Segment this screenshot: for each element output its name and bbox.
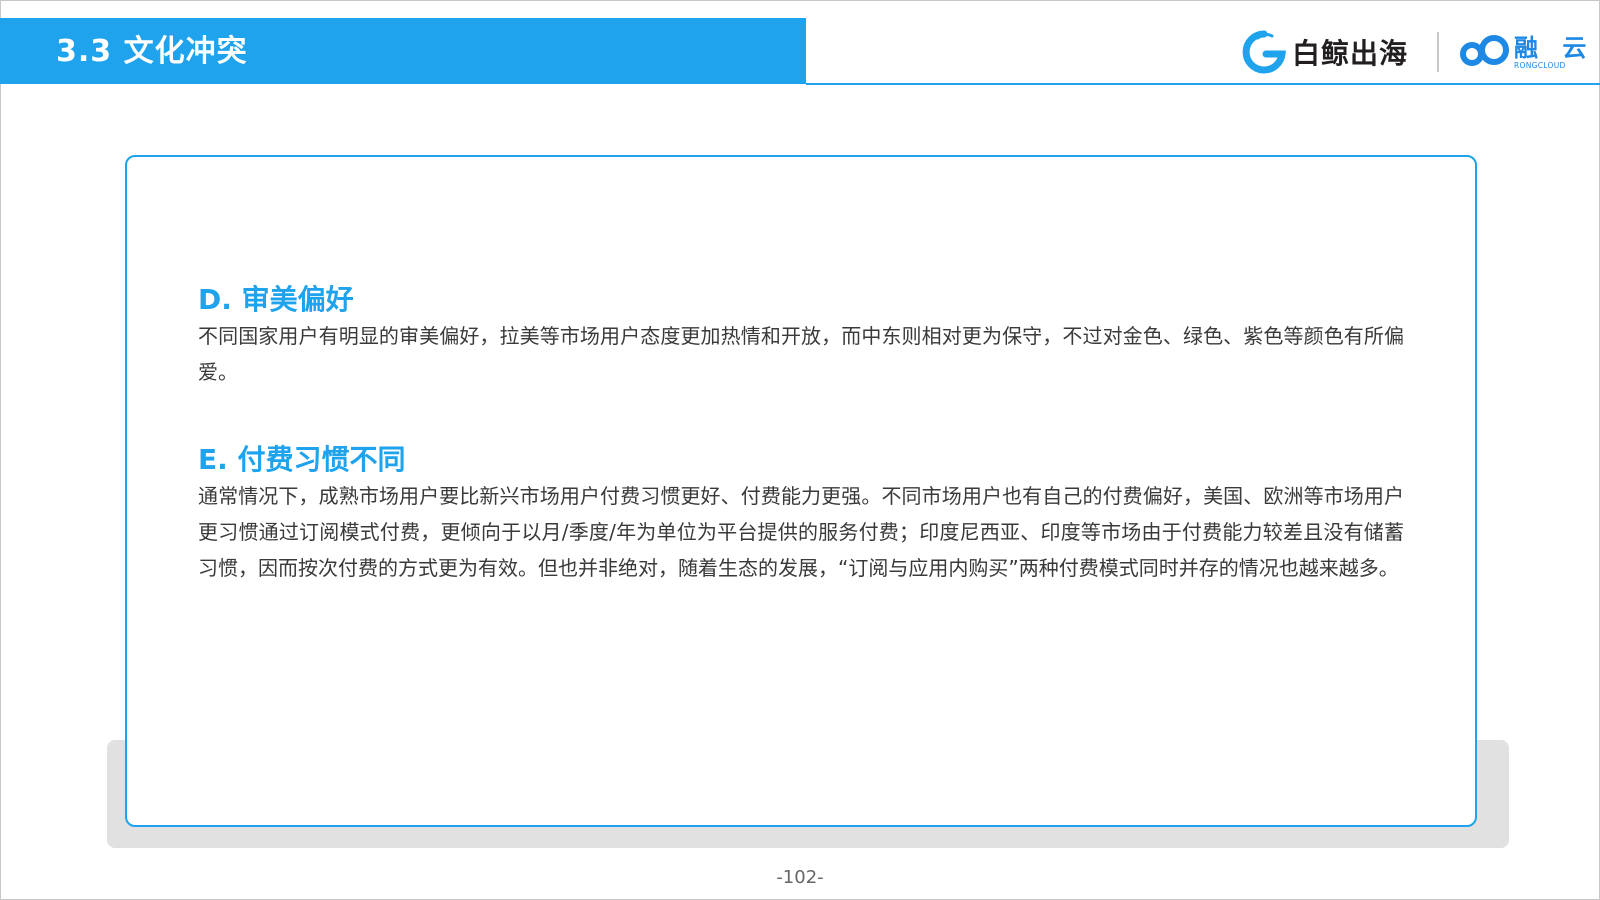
page-title: 3.3 文化冲突 bbox=[56, 34, 248, 69]
rongcloud-text-cn: 融 云 bbox=[1514, 33, 1595, 62]
logo-separator bbox=[1437, 32, 1439, 72]
section-body-aesthetic: 不同国家用户有明显的审美偏好，拉美等市场用户态度更加热情和开放，而中东则相对更为… bbox=[198, 324, 1404, 384]
page-number: -102- bbox=[776, 867, 824, 888]
rongcloud-text: 融 云 RONGCLOUD bbox=[1514, 35, 1594, 70]
rongcloud-infinity-icon bbox=[1460, 35, 1509, 66]
section-heading-aesthetic: D. 审美偏好 bbox=[198, 283, 354, 316]
rongcloud-text-en: RONGCLOUD bbox=[1514, 60, 1566, 70]
rongcloud-logo: 融 云 RONGCLOUD bbox=[1458, 30, 1594, 74]
baijing-whale-icon bbox=[1242, 30, 1286, 74]
section-body-payment: 通常情况下，成熟市场用户要比新兴市场用户付费习惯更好、付费能力更强。不同市场用户… bbox=[198, 484, 1404, 580]
section-heading-payment: E. 付费习惯不同 bbox=[198, 443, 406, 476]
baijing-logo: 白鲸出海 bbox=[1242, 30, 1408, 74]
header-underline bbox=[806, 83, 1600, 85]
baijing-logo-text: 白鲸出海 bbox=[1292, 37, 1409, 70]
